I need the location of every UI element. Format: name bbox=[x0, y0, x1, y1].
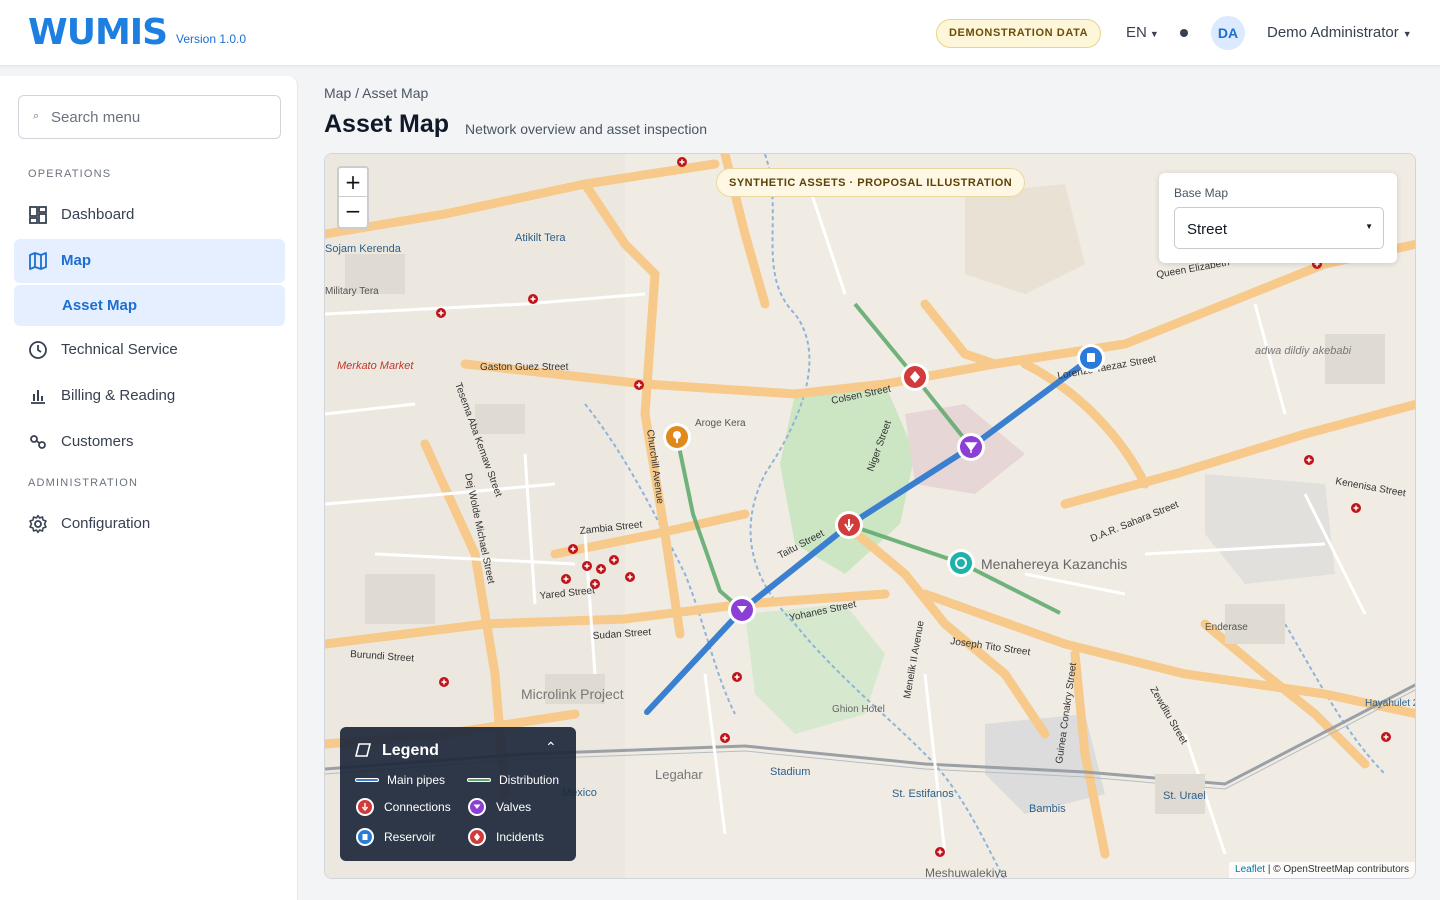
place-label: St. Estifanos bbox=[892, 788, 954, 800]
chevron-up-icon[interactable]: ⌃ bbox=[545, 739, 557, 756]
clock-icon bbox=[29, 341, 47, 359]
sidebar: ⌕ OPERATIONS Dashboard Map Asset Map Tec… bbox=[0, 76, 298, 900]
page-title: Asset Map bbox=[324, 110, 450, 138]
legend-item-label: Valves bbox=[496, 800, 532, 814]
asset-map[interactable]: Gaston Guez Street Colsen Street Zambia … bbox=[324, 153, 1416, 879]
sidebar-item-asset-map[interactable]: Asset Map bbox=[14, 285, 285, 326]
user-menu[interactable]: Demo Administrator ▼ bbox=[1267, 24, 1412, 41]
place-label: Legahar bbox=[655, 767, 703, 782]
section-administration: ADMINISTRATION bbox=[28, 477, 139, 489]
connection-legend-icon bbox=[356, 798, 374, 816]
place-label: Military Tera bbox=[325, 286, 379, 297]
place-label: Microlink Project bbox=[521, 686, 624, 702]
zoom-control: + − bbox=[337, 166, 369, 229]
legend-item-label: Incidents bbox=[496, 830, 545, 844]
main-pipe-swatch bbox=[355, 778, 379, 782]
section-operations: OPERATIONS bbox=[28, 168, 112, 180]
place-label: Atikilt Tera bbox=[515, 232, 566, 244]
sidebar-item-label: Map bbox=[61, 252, 91, 269]
meter-marker[interactable] bbox=[947, 549, 975, 577]
sidebar-item-dashboard[interactable]: Dashboard bbox=[14, 193, 285, 237]
sidebar-item-label: Customers bbox=[61, 433, 134, 450]
base-map-label: Base Map bbox=[1174, 186, 1229, 200]
leaflet-link[interactable]: Leaflet bbox=[1235, 864, 1265, 875]
place-label: Menahereya Kazanchis bbox=[981, 556, 1127, 572]
status-dot-icon[interactable] bbox=[1180, 29, 1188, 37]
distribution-swatch bbox=[467, 778, 491, 782]
legend-item-label: Main pipes bbox=[387, 773, 446, 787]
sidebar-item-label: Configuration bbox=[61, 515, 151, 532]
valve-marker[interactable] bbox=[957, 433, 985, 461]
street-label: Gaston Guez Street bbox=[480, 362, 569, 373]
incident-marker[interactable] bbox=[901, 363, 929, 391]
user-name: Demo Administrator bbox=[1267, 24, 1399, 41]
avatar[interactable]: DA bbox=[1211, 16, 1245, 50]
place-label: Ghion Hotel bbox=[832, 704, 885, 715]
place-label: Stadium bbox=[770, 766, 810, 778]
legend-item-label: Distribution bbox=[499, 773, 560, 787]
place-label: St. Urael bbox=[1163, 790, 1206, 802]
zoom-out-button[interactable]: − bbox=[339, 197, 367, 226]
place-label: Aroge Kera bbox=[695, 418, 746, 429]
base-map-panel: Base Map Street ▼ bbox=[1159, 173, 1397, 263]
sidebar-item-label: Technical Service bbox=[61, 341, 178, 358]
chevron-down-icon: ▼ bbox=[1149, 29, 1159, 39]
base-map-value: Street bbox=[1187, 221, 1228, 238]
place-label: Merkato Market bbox=[337, 360, 414, 372]
language-selector[interactable]: EN ▼ bbox=[1126, 24, 1159, 41]
search-box[interactable]: ⌕ bbox=[18, 95, 281, 139]
map-icon bbox=[29, 252, 47, 270]
gear-icon bbox=[29, 514, 47, 534]
sidebar-item-label: Asset Map bbox=[62, 297, 138, 314]
chevron-down-icon: ▼ bbox=[1402, 29, 1412, 39]
search-input[interactable] bbox=[51, 106, 271, 128]
sidebar-item-label: Dashboard bbox=[61, 206, 135, 223]
pump-marker[interactable] bbox=[663, 423, 691, 451]
sidebar-item-technical-service[interactable]: Technical Service bbox=[14, 328, 285, 372]
sidebar-item-customers[interactable]: Customers bbox=[14, 420, 285, 464]
dashboard-icon bbox=[29, 206, 47, 224]
place-label: Meshuwalekiya bbox=[925, 866, 1007, 879]
sidebar-item-configuration[interactable]: Configuration bbox=[14, 502, 285, 546]
breadcrumb: Map / Asset Map bbox=[324, 85, 429, 101]
legend-item-label: Connections bbox=[384, 800, 451, 814]
app-version: Version 1.0.0 bbox=[176, 32, 247, 46]
legend-item-label: Reservoir bbox=[384, 830, 436, 844]
top-header: WUMIS Version 1.0.0 DEMONSTRATION DATA E… bbox=[0, 0, 1440, 66]
page-subtitle: Network overview and asset inspection bbox=[465, 121, 708, 137]
sidebar-item-map[interactable]: Map bbox=[14, 239, 285, 283]
layers-icon bbox=[355, 743, 371, 757]
valve-legend-icon bbox=[468, 798, 486, 816]
valve-marker[interactable] bbox=[728, 596, 756, 624]
map-legend: Legend ⌃ Main pipes Distribution Connect… bbox=[340, 727, 576, 861]
chevron-down-icon: ▼ bbox=[1365, 222, 1373, 231]
reservoir-legend-icon bbox=[356, 828, 374, 846]
sidebar-item-billing-reading[interactable]: Billing & Reading bbox=[14, 374, 285, 418]
base-map-select[interactable]: Street ▼ bbox=[1174, 207, 1384, 249]
zoom-in-button[interactable]: + bbox=[339, 168, 367, 197]
users-icon bbox=[30, 435, 46, 449]
attribution-text: | © OpenStreetMap contributors bbox=[1267, 864, 1409, 875]
sidebar-item-label: Billing & Reading bbox=[61, 387, 176, 404]
app-logo[interactable]: WUMIS bbox=[28, 12, 168, 53]
place-label: adwa dildiy akebabi bbox=[1255, 345, 1352, 357]
legend-title: Legend bbox=[382, 742, 439, 759]
incident-legend-icon bbox=[468, 828, 486, 846]
synthetic-assets-banner: SYNTHETIC ASSETS · PROPOSAL ILLUSTRATION bbox=[716, 168, 1026, 197]
place-label: Enderase bbox=[1205, 622, 1248, 633]
place-label: Bambis bbox=[1029, 803, 1066, 815]
connection-marker[interactable] bbox=[835, 511, 863, 539]
place-label: Sojam Kerenda bbox=[325, 243, 402, 255]
bar-chart-icon bbox=[31, 390, 45, 404]
search-icon: ⌕ bbox=[33, 110, 40, 122]
language-label: EN bbox=[1126, 24, 1147, 41]
place-label: Hayahulet 2 bbox=[1365, 698, 1416, 709]
demo-data-badge: DEMONSTRATION DATA bbox=[936, 19, 1102, 48]
map-attribution: Leaflet | © OpenStreetMap contributors bbox=[1229, 862, 1415, 878]
reservoir-marker[interactable] bbox=[1077, 344, 1105, 372]
